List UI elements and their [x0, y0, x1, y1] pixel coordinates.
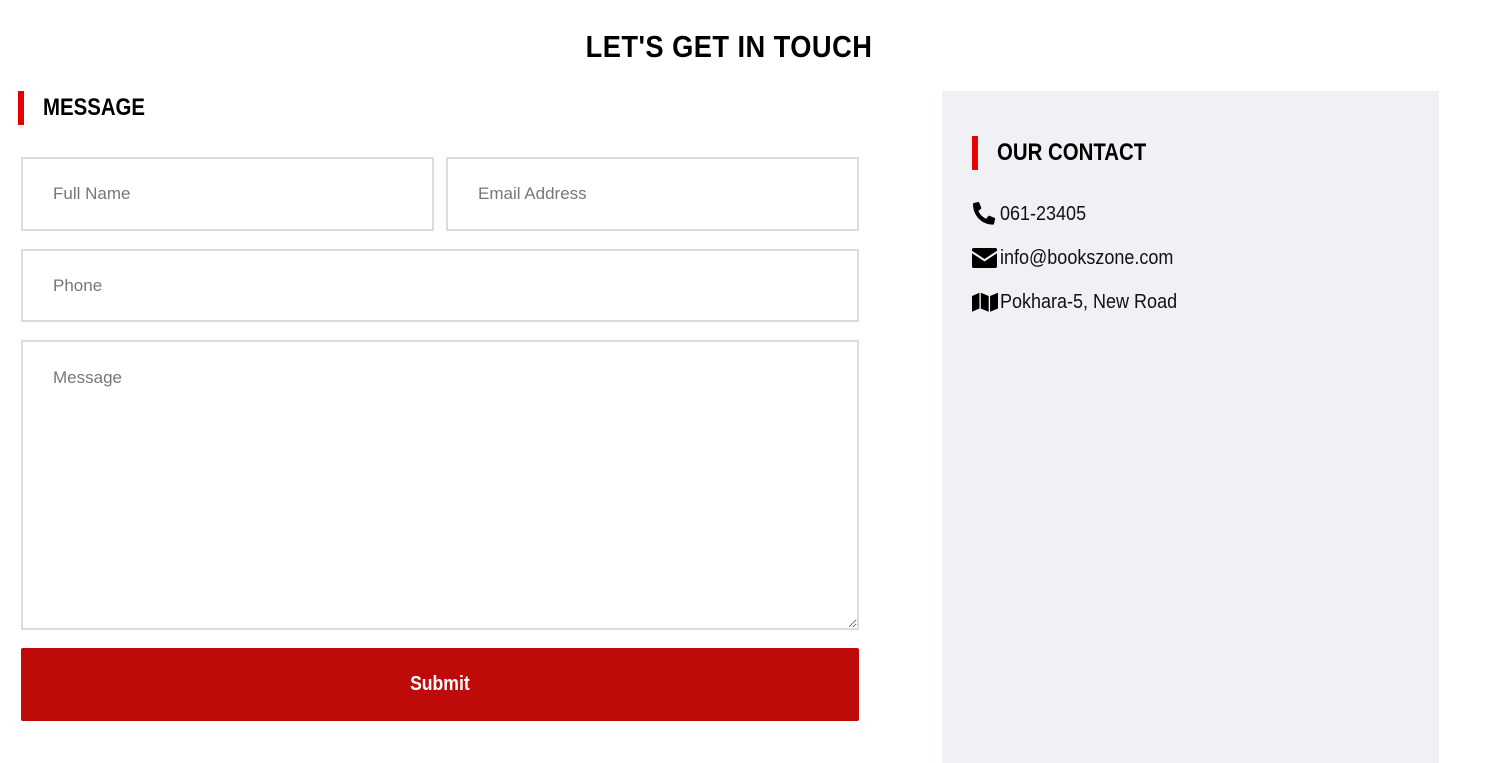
phone-input[interactable] [21, 249, 859, 322]
heading-accent-bar [18, 91, 24, 125]
contact-phone-row: 061-23405 [972, 202, 1096, 226]
message-section-heading: MESSAGE [18, 91, 163, 125]
phone-icon [972, 202, 998, 226]
contact-heading-text: OUR CONTACT [997, 139, 1147, 166]
contact-panel [942, 91, 1439, 763]
message-textarea[interactable] [21, 340, 859, 630]
submit-button[interactable]: Submit [21, 648, 859, 721]
message-heading-text: MESSAGE [43, 94, 146, 121]
map-icon [972, 290, 998, 314]
full-name-input[interactable] [21, 157, 434, 231]
contact-section-heading: OUR CONTACT [972, 136, 1173, 170]
contact-address-row: Pokhara-5, New Road [972, 290, 1197, 314]
page-title: LET'S GET IN TOUCH [585, 28, 873, 64]
contact-address-text: Pokhara-5, New Road [1000, 290, 1178, 313]
contact-email-text: info@bookszone.com [1000, 246, 1174, 269]
envelope-icon [972, 246, 998, 270]
heading-accent-bar [972, 136, 978, 170]
contact-email-row: info@bookszone.com [972, 246, 1193, 270]
contact-phone-text: 061-23405 [1000, 202, 1087, 225]
submit-button-label: Submit [410, 673, 470, 695]
email-input[interactable] [446, 157, 859, 231]
